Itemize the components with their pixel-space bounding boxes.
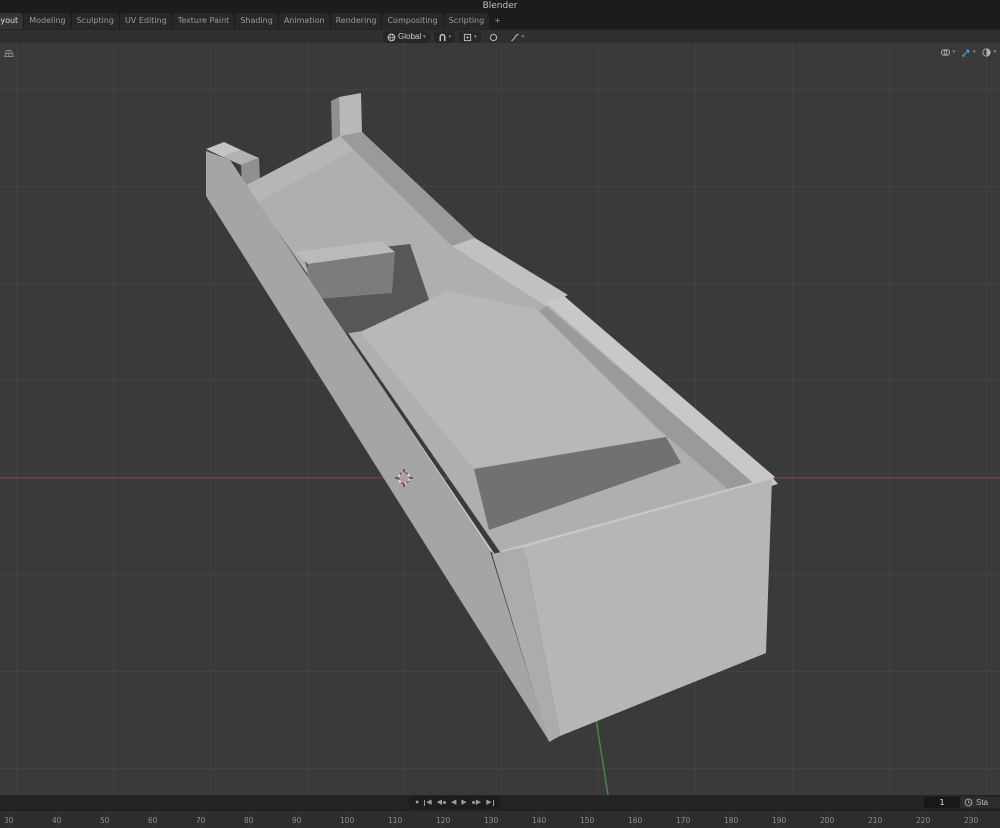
model-face: [339, 93, 362, 137]
current-frame-field[interactable]: 1: [924, 797, 960, 808]
jump-start-icon: ◀: [426, 796, 431, 809]
ruler-tick: 40: [52, 816, 62, 825]
play-reverse-icon: ◀: [451, 796, 456, 809]
tab-sculpting[interactable]: Sculpting: [72, 13, 119, 29]
auto-keyframe-toggle[interactable]: ●: [415, 796, 419, 809]
viewport-shading-button[interactable]: ▾: [980, 46, 997, 58]
tab-scripting[interactable]: Scripting: [444, 13, 490, 29]
globe-icon: [387, 33, 396, 42]
orientation-label: Global: [398, 31, 421, 43]
viewport-3d[interactable]: ▾ ▾ ▾: [0, 43, 1000, 795]
tab-animation[interactable]: Animation: [279, 13, 330, 29]
tab-rendering[interactable]: Rendering: [331, 13, 382, 29]
proportional-editing-toggle[interactable]: [485, 31, 502, 43]
ruler-tick: 190: [772, 816, 786, 825]
ruler-tick: 30: [4, 816, 14, 825]
prev-keyframe-button[interactable]: ◀: [437, 796, 446, 809]
ruler-tick: 150: [580, 816, 594, 825]
falloff-curve-icon: [510, 33, 520, 42]
play-button[interactable]: ▶: [461, 796, 466, 809]
start-field-label: Sta: [976, 797, 988, 808]
keyframe-dot-icon: [472, 801, 475, 804]
jump-end-icon: ▶: [486, 796, 491, 809]
gizmo-arrow-icon: [961, 47, 972, 58]
ruler-tick: 160: [628, 816, 642, 825]
add-workspace-button[interactable]: +: [490, 13, 505, 29]
chevron-down-icon: ▾: [952, 49, 955, 55]
ruler-tick: 200: [820, 816, 834, 825]
timeline-panel: ● ◀ ◀ ◀ ▶ ▶ ▶ 1: [0, 795, 1000, 828]
chevron-down-icon: ▾: [449, 31, 452, 43]
shading-sphere-icon: [981, 47, 992, 58]
titlebar: Blender: [0, 0, 1000, 12]
chevron-down-icon: ▾: [474, 31, 477, 43]
keyframe-dot-icon: [443, 801, 446, 804]
viewport-right-controls: ▾ ▾ ▾: [939, 46, 997, 58]
tool-settings-bar: Global ▾ ▾ ▾ ▾: [0, 29, 1000, 43]
play-icon: ▶: [461, 796, 466, 809]
prev-keyframe-icon: ◀: [437, 796, 442, 809]
viewport-editor-icon: [3, 47, 15, 58]
ruler-tick: 70: [196, 816, 206, 825]
window-title: Blender: [483, 0, 518, 12]
snap-orientation-cluster: Global ▾ ▾ ▾ ▾: [383, 31, 528, 43]
ruler-tick: 130: [484, 816, 498, 825]
viewport-scene: [0, 43, 1000, 795]
chevron-down-icon: ▾: [522, 31, 525, 43]
tab-uv-editing[interactable]: UV Editing: [120, 13, 172, 29]
snap-toggle-button[interactable]: ▾: [434, 31, 456, 43]
ruler-tick: 170: [676, 816, 690, 825]
transform-orientation-dropdown[interactable]: Global ▾: [383, 31, 430, 43]
chevron-down-icon: ▾: [993, 49, 996, 55]
bar-icon: [424, 800, 425, 806]
jump-to-end-button[interactable]: ▶: [486, 796, 493, 809]
tab-compositing[interactable]: Compositing: [382, 13, 442, 29]
y-axis-line: [596, 719, 608, 795]
proportional-falloff-dropdown[interactable]: ▾: [506, 31, 529, 43]
ruler-tick: 110: [388, 816, 402, 825]
ruler-tick: 230: [964, 816, 978, 825]
playback-controls: ● ◀ ◀ ◀ ▶ ▶ ▶: [408, 796, 501, 809]
ruler-tick: 80: [244, 816, 254, 825]
timeline-header: ● ◀ ◀ ◀ ▶ ▶ ▶ 1: [0, 795, 1000, 810]
ruler-tick: 60: [148, 816, 158, 825]
clock-icon: [964, 798, 973, 807]
timeline-ruler[interactable]: 30 40 50 60 70 80 90 100 110 120 130 140…: [0, 810, 1000, 828]
tab-shading[interactable]: Shading: [235, 13, 278, 29]
workspace-tab-bar: Layout Modeling Sculpting UV Editing Tex…: [0, 12, 1000, 29]
magnet-icon: [438, 33, 447, 42]
ruler-tick: 50: [100, 816, 110, 825]
play-reverse-button[interactable]: ◀: [451, 796, 456, 809]
next-keyframe-icon: ▶: [476, 796, 481, 809]
chevron-down-icon: ▾: [973, 49, 976, 55]
bar-icon: [493, 800, 494, 806]
tab-modeling[interactable]: Modeling: [24, 13, 70, 29]
editor-type-button[interactable]: [2, 46, 16, 58]
viewport-gizmos-button[interactable]: ▾: [960, 46, 977, 58]
ruler-tick: 90: [292, 816, 302, 825]
ruler-tick: 210: [868, 816, 882, 825]
record-icon: ●: [415, 796, 419, 809]
frame-start-field[interactable]: Sta: [960, 797, 1000, 808]
snap-increment-icon: [463, 33, 472, 42]
ruler-tick: 140: [532, 816, 546, 825]
next-keyframe-button[interactable]: ▶: [472, 796, 481, 809]
snap-target-dropdown[interactable]: ▾: [459, 31, 481, 43]
ruler-tick: 120: [436, 816, 450, 825]
tab-layout[interactable]: Layout: [0, 13, 23, 29]
ruler-tick: 220: [916, 816, 930, 825]
model-face: [331, 97, 340, 141]
tab-texture-paint[interactable]: Texture Paint: [173, 13, 235, 29]
jump-to-start-button[interactable]: ◀: [424, 796, 431, 809]
proportional-circle-icon: [489, 33, 498, 42]
model-object[interactable]: [206, 93, 778, 742]
viewport-overlays-button[interactable]: ▾: [939, 46, 956, 58]
chevron-down-icon: ▾: [423, 31, 426, 43]
overlays-icon: [940, 47, 951, 58]
ruler-tick: 180: [724, 816, 738, 825]
ruler-tick: 100: [340, 816, 354, 825]
